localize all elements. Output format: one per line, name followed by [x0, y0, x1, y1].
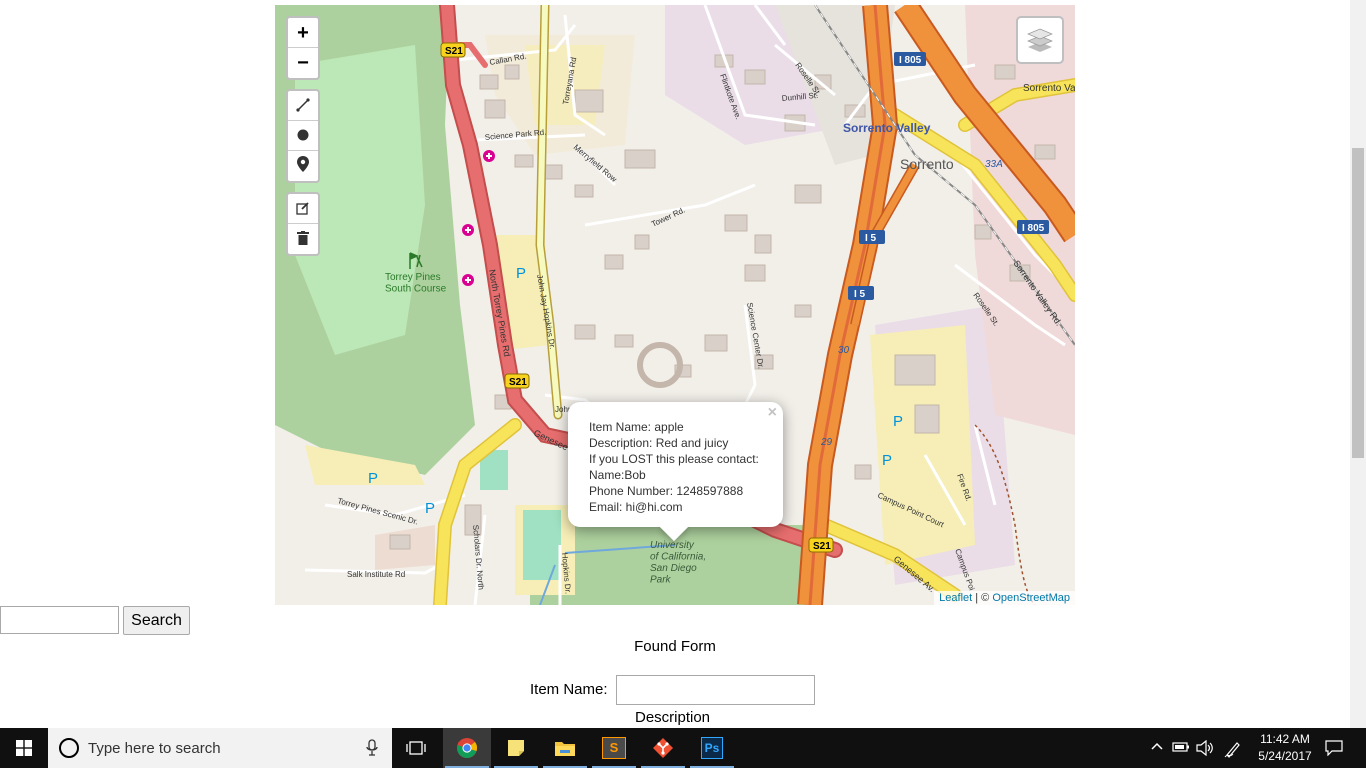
- taskbar-app-sublime-text[interactable]: S: [590, 728, 638, 768]
- pen-ink-icon[interactable]: [1224, 740, 1242, 758]
- popup-description: Description: Red and juicy: [589, 436, 729, 450]
- taskbar-clock[interactable]: 11:42 AM 5/24/2017: [1245, 731, 1325, 765]
- taskbar-search-placeholder: Type here to search: [88, 740, 221, 757]
- browser-page: S21 S21 S21 I 805 I 805 I 5 I 5 Sorrento…: [0, 0, 1350, 728]
- edit-toolbar: [286, 192, 320, 256]
- hospital-icon: [462, 224, 474, 236]
- leaflet-map[interactable]: S21 S21 S21 I 805 I 805 I 5 I 5 Sorrento…: [275, 5, 1075, 605]
- sublime-text-icon: S: [602, 737, 626, 759]
- draw-circle-button[interactable]: [288, 121, 318, 151]
- taskbar-app-file-explorer[interactable]: [541, 728, 589, 768]
- openstreetmap-link[interactable]: OpenStreetMap: [992, 592, 1070, 604]
- s21-shield-label: S21: [445, 46, 463, 57]
- form-title: Found Form: [634, 638, 716, 655]
- taskbar-app-chrome[interactable]: [443, 728, 491, 768]
- file-explorer-icon: [555, 742, 575, 756]
- item-name-label: Item Name:: [530, 681, 608, 698]
- edit-icon: [296, 202, 309, 215]
- search-button[interactable]: Search: [123, 606, 190, 635]
- draw-polyline-button[interactable]: [288, 91, 318, 121]
- sticky-notes-icon: [508, 740, 524, 756]
- hospital-icon: [462, 274, 474, 286]
- taskbar-app-sticky-notes[interactable]: [492, 728, 540, 768]
- map-attribution: Leaflet | © OpenStreetMap: [934, 591, 1075, 605]
- task-view-icon: [406, 741, 426, 755]
- parking-label: P: [425, 500, 435, 517]
- marker-icon: [297, 156, 309, 172]
- road-label: Salk Institute Rd: [347, 570, 405, 579]
- parking-label: P: [893, 413, 903, 430]
- windows-logo-icon: [16, 740, 32, 756]
- place-label: Sorrento Valley: [843, 121, 931, 135]
- layers-icon: [1027, 28, 1053, 52]
- cortana-icon: [59, 738, 79, 758]
- polyline-icon: [296, 98, 310, 112]
- golf-course-label: Torrey Pines South Course: [385, 272, 447, 295]
- zoom-in-button[interactable]: +: [288, 18, 318, 48]
- popup-close-button[interactable]: ×: [768, 405, 777, 421]
- draw-toolbar: [286, 89, 320, 183]
- parking-label: P: [368, 470, 378, 487]
- circle-icon: [297, 129, 309, 141]
- description-label: Description: [634, 709, 711, 726]
- trash-icon: [297, 231, 309, 245]
- map-popup: × Item Name: apple Description: Red and …: [568, 402, 783, 542]
- taskbar-app-photoshop[interactable]: Ps: [688, 728, 736, 768]
- popup-item-name: Item Name: apple: [589, 420, 684, 434]
- edit-layers-button[interactable]: [288, 194, 318, 224]
- taskbar-search-box[interactable]: Type here to search: [48, 728, 392, 768]
- road-label: 33A: [985, 159, 1003, 170]
- hospital-icon: [483, 150, 495, 162]
- place-label: Sorrento: [900, 156, 954, 172]
- zoom-control: + −: [286, 16, 320, 80]
- delete-layers-button[interactable]: [288, 224, 318, 254]
- draw-marker-button[interactable]: [288, 151, 318, 181]
- item-name-input[interactable]: [616, 675, 815, 705]
- clock-date: 5/24/2017: [1258, 749, 1312, 763]
- parking-label: P: [882, 452, 892, 469]
- page-scrollbar[interactable]: [1350, 0, 1366, 728]
- microphone-icon[interactable]: [366, 739, 378, 757]
- task-view-button[interactable]: [392, 728, 440, 768]
- i805-shield-label: I 805: [1022, 223, 1045, 234]
- search-input[interactable]: [0, 606, 119, 634]
- popup-contact-intro: If you LOST this please contact:: [589, 452, 759, 466]
- road-label: Sorrento Va: [1023, 83, 1075, 94]
- clock-time: 11:42 AM: [1260, 732, 1310, 746]
- leaflet-link[interactable]: Leaflet: [939, 592, 972, 604]
- i5-shield-label: I 5: [854, 289, 866, 300]
- taskbar-app-git[interactable]: [639, 728, 687, 768]
- start-button[interactable]: [0, 728, 48, 768]
- battery-icon[interactable]: [1172, 740, 1190, 754]
- layers-control-button[interactable]: [1016, 16, 1064, 64]
- photoshop-icon: Ps: [701, 737, 723, 759]
- s21-shield-label: S21: [813, 541, 831, 552]
- s21-shield-label: S21: [509, 377, 527, 388]
- scrollbar-thumb[interactable]: [1352, 148, 1364, 458]
- popup-contact-name: Name:Bob: [589, 468, 646, 482]
- i805-shield-label: I 805: [899, 55, 922, 66]
- show-hidden-icons-button[interactable]: [1150, 740, 1164, 754]
- windows-taskbar: Type here to search S Ps 11:42 AM 5/24/2…: [0, 728, 1366, 768]
- road-label: 30: [838, 345, 850, 356]
- zoom-out-button[interactable]: −: [288, 48, 318, 78]
- popup-email: Email: hi@hi.com: [589, 500, 683, 514]
- git-icon: [653, 738, 673, 758]
- parking-label: P: [516, 265, 526, 282]
- action-center-icon[interactable]: [1325, 740, 1343, 756]
- i5-shield-label: I 5: [865, 233, 877, 244]
- road-label: 29: [820, 437, 833, 448]
- chrome-icon: [457, 738, 477, 758]
- popup-phone: Phone Number: 1248597888: [589, 484, 744, 498]
- volume-icon[interactable]: [1196, 740, 1214, 756]
